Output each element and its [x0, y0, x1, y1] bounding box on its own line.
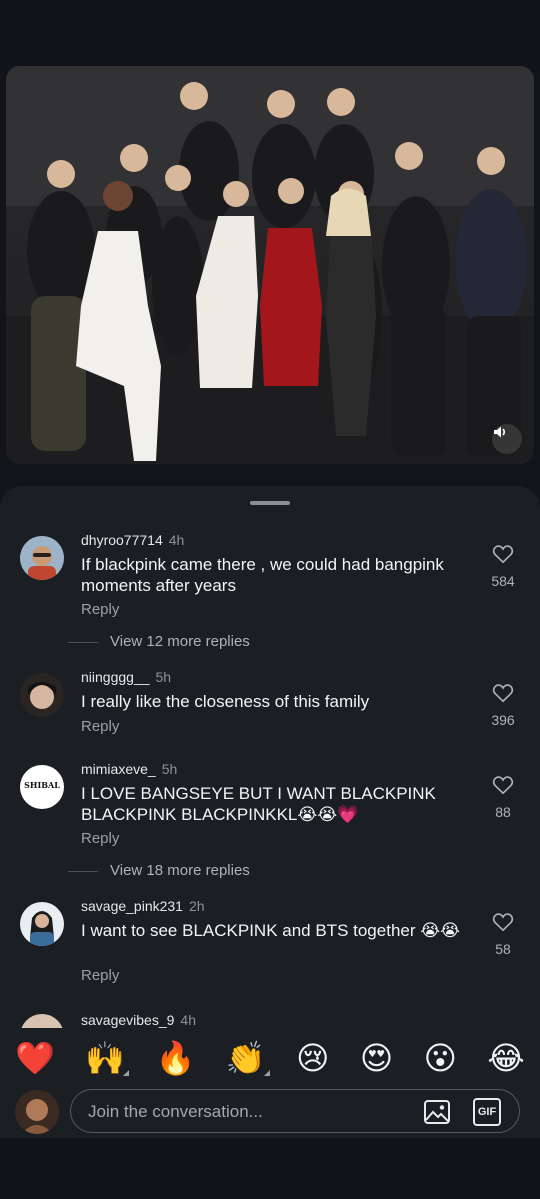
- comment-text: If blackpink came there , we could had b…: [81, 555, 444, 595]
- timestamp: 2h: [188, 898, 205, 914]
- like-count: 58: [495, 941, 511, 957]
- like-button[interactable]: 88: [486, 775, 520, 820]
- username[interactable]: niingggg__: [81, 669, 150, 685]
- timestamp: 5h: [161, 761, 178, 777]
- username[interactable]: savagevibes_9: [81, 1012, 174, 1028]
- reaction-clap[interactable]: 👏: [225, 1040, 270, 1076]
- username[interactable]: mimiaxeve_: [81, 761, 156, 777]
- comment-input[interactable]: Join the conversation... GIF: [70, 1089, 520, 1133]
- view-more-replies[interactable]: View 18 more replies: [68, 862, 250, 879]
- reaction-surprised[interactable]: 😮: [424, 1042, 457, 1074]
- video-player[interactable]: [6, 66, 534, 464]
- drag-handle[interactable]: [250, 501, 290, 505]
- like-count: 396: [491, 712, 515, 728]
- comment-header: mimiaxeve_ 5h: [81, 761, 177, 777]
- status-bar-area: [0, 0, 540, 66]
- skin-tone-indicator: [263, 1070, 270, 1076]
- username[interactable]: savage_pink231: [81, 898, 183, 914]
- reply-button[interactable]: Reply: [81, 967, 119, 984]
- group-photo: [6, 66, 534, 464]
- emoji-glyph: 👏: [225, 1040, 266, 1076]
- skin-tone-indicator: [123, 1070, 130, 1076]
- comment-input-placeholder: Join the conversation...: [88, 1102, 263, 1121]
- volume-button[interactable]: [492, 424, 522, 454]
- avatar[interactable]: [20, 902, 64, 946]
- avatar-image: [20, 536, 64, 580]
- comment-composer: Join the conversation... GIF: [0, 1088, 540, 1138]
- gif-button[interactable]: GIF: [473, 1098, 501, 1126]
- comment-header: dhyroo77714 4h: [81, 532, 184, 548]
- avatar-image: [20, 902, 64, 946]
- comment-header: savage_pink231 2h: [81, 898, 205, 914]
- heart-icon: [492, 776, 514, 795]
- system-nav-area: [0, 1138, 540, 1199]
- like-count: 584: [491, 573, 515, 589]
- reply-button[interactable]: Reply: [81, 601, 119, 618]
- like-count: 88: [495, 804, 511, 820]
- timestamp: 5h: [155, 669, 172, 685]
- heart-icon: [492, 545, 514, 564]
- avatar[interactable]: [20, 536, 64, 580]
- reaction-heart-eyes[interactable]: 😍: [360, 1042, 393, 1074]
- image-icon: [424, 1100, 450, 1124]
- image-button[interactable]: [423, 1098, 451, 1126]
- reaction-heart[interactable]: ❤️: [15, 1042, 55, 1074]
- like-button[interactable]: 58: [486, 912, 520, 957]
- timestamp: 4h: [180, 1012, 196, 1028]
- volume-icon: [494, 426, 506, 438]
- reaction-laughing[interactable]: 😂: [487, 1042, 524, 1074]
- comment-text: I want to see BLACKPINK and BTS together…: [81, 921, 460, 940]
- like-button[interactable]: 584: [486, 544, 520, 589]
- reaction-raised-hands[interactable]: 🙌: [85, 1040, 130, 1076]
- username[interactable]: dhyroo77714: [81, 532, 163, 548]
- emoji-glyph: 🙌: [85, 1040, 126, 1076]
- avatar[interactable]: SHIBAL: [20, 765, 64, 809]
- comment-text: I LOVE BANGSEYE BUT I WANT BLACKPINK BLA…: [81, 784, 436, 824]
- reply-button[interactable]: Reply: [81, 718, 119, 735]
- avatar-image: [15, 1090, 59, 1134]
- view-more-replies[interactable]: View 12 more replies: [68, 633, 250, 650]
- reaction-fire[interactable]: 🔥: [156, 1042, 196, 1074]
- heart-icon: [492, 684, 514, 703]
- like-button[interactable]: 396: [486, 683, 520, 728]
- heart-icon: [492, 913, 514, 932]
- comment-text: I really like the closeness of this fami…: [81, 692, 370, 711]
- my-avatar: [15, 1090, 59, 1134]
- reply-button[interactable]: Reply: [81, 830, 119, 847]
- avatar-image: [20, 673, 64, 717]
- reaction-crying[interactable]: 😢: [296, 1042, 329, 1074]
- reaction-bar: ❤️ 🙌 🔥 👏 😢 😍 😮 😂: [0, 1028, 540, 1088]
- avatar-text: SHIBAL: [24, 780, 60, 790]
- timestamp: 4h: [168, 532, 185, 548]
- avatar[interactable]: [20, 673, 64, 717]
- comment-header: niingggg__ 5h: [81, 669, 171, 685]
- comment-header: savagevibes_9 4h: [81, 1012, 196, 1028]
